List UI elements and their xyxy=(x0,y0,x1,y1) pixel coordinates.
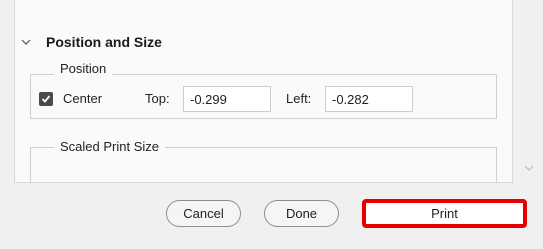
section-title: Position and Size xyxy=(46,34,162,50)
scrollbar[interactable] xyxy=(512,0,543,183)
cancel-button[interactable]: Cancel xyxy=(166,200,241,227)
chevron-down-icon[interactable] xyxy=(20,36,32,48)
top-input[interactable] xyxy=(183,86,271,112)
scaled-group-label: Scaled Print Size xyxy=(54,139,165,154)
checkmark-icon xyxy=(41,95,51,103)
section-header[interactable]: Position and Size xyxy=(20,32,162,52)
left-label: Left: xyxy=(286,91,312,106)
top-label: Top: xyxy=(145,91,170,106)
center-checkbox[interactable] xyxy=(39,92,53,106)
print-button[interactable]: Print xyxy=(362,199,527,228)
print-button-label: Print xyxy=(431,206,458,221)
left-input[interactable] xyxy=(325,86,413,112)
center-label: Center xyxy=(63,91,103,106)
position-group-label: Position xyxy=(54,61,113,76)
done-button[interactable]: Done xyxy=(264,200,339,227)
chevron-down-icon[interactable] xyxy=(522,162,536,176)
